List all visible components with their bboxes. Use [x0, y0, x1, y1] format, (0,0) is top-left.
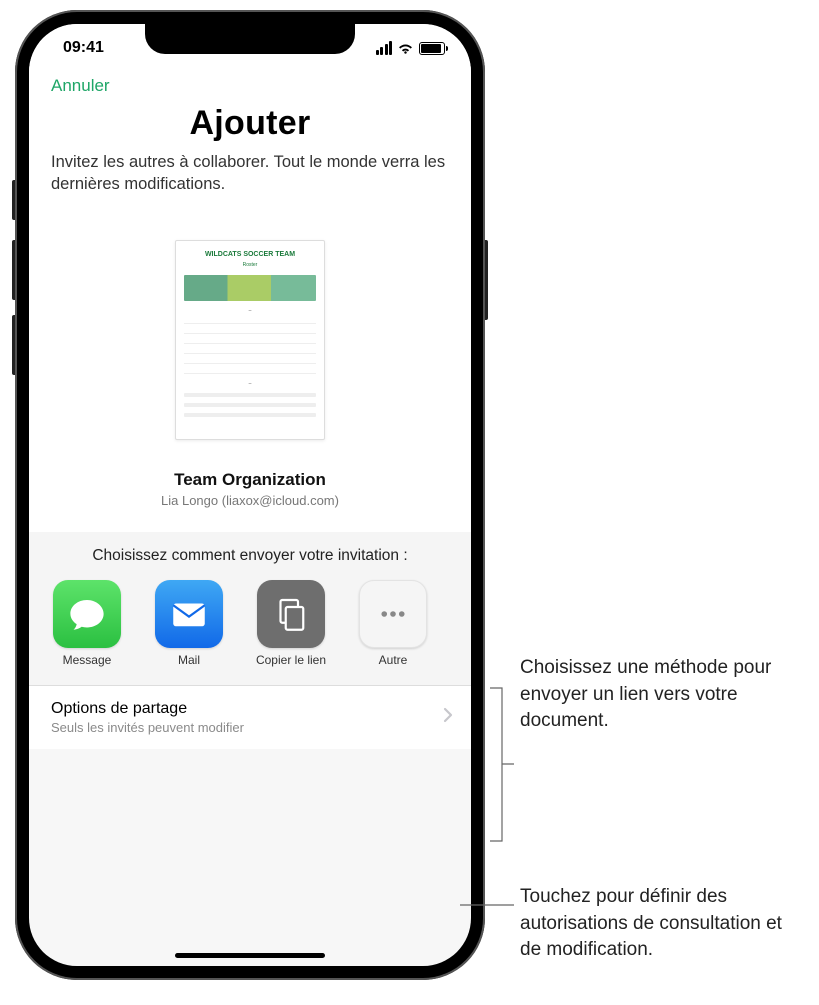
phone-frame: 09:41 Annuler Ajouter Invitez les autres…	[15, 10, 485, 980]
copy-link-icon	[257, 580, 325, 648]
share-mail-label: Mail	[178, 654, 200, 668]
cellular-signal-icon	[376, 41, 393, 55]
document-owner: Lia Longo (liaxox@icloud.com)	[29, 493, 471, 508]
share-app-row: Message Mail Copier le lien	[41, 580, 459, 668]
share-options-button[interactable]: Options de partage Seuls les invités peu…	[29, 685, 471, 749]
page-title: Ajouter	[51, 104, 449, 143]
share-copy-link-label: Copier le lien	[256, 654, 326, 668]
cancel-button[interactable]: Annuler	[51, 76, 110, 96]
callout-permissions: Touchez pour définir des autorisations d…	[520, 884, 800, 964]
invite-section: Choisissez comment envoyer votre invitat…	[29, 532, 471, 686]
document-preview-section: WILDCATS SOCCER TEAM Roster – – Team Org…	[29, 216, 471, 532]
document-name: Team Organization	[29, 470, 471, 490]
share-copy-link-button[interactable]: Copier le lien	[251, 580, 331, 668]
battery-icon	[419, 42, 445, 55]
share-message-label: Message	[63, 654, 112, 668]
header-section: Annuler Ajouter Invitez les autres à col…	[29, 72, 471, 216]
more-icon	[359, 580, 427, 648]
page-subtitle: Invitez les autres à collaborer. Tout le…	[51, 151, 449, 196]
status-time: 09:41	[63, 39, 104, 57]
chevron-right-icon	[443, 707, 453, 728]
home-indicator[interactable]	[175, 953, 325, 958]
share-options-subtitle: Seuls les invités peuvent modifier	[51, 720, 244, 735]
message-icon	[53, 580, 121, 648]
share-more-button[interactable]: Autre	[353, 580, 433, 668]
screen: 09:41 Annuler Ajouter Invitez les autres…	[29, 24, 471, 966]
share-mail-button[interactable]: Mail	[149, 580, 229, 668]
callout-send-method: Choisissez une méthode pour envoyer un l…	[520, 655, 800, 735]
share-more-label: Autre	[379, 654, 408, 668]
document-thumbnail: WILDCATS SOCCER TEAM Roster – –	[175, 240, 325, 440]
mail-icon	[155, 580, 223, 648]
notch	[145, 24, 355, 54]
share-options-title: Options de partage	[51, 700, 244, 718]
invite-prompt: Choisissez comment envoyer votre invitat…	[41, 546, 459, 566]
wifi-icon	[397, 42, 414, 55]
share-message-button[interactable]: Message	[47, 580, 127, 668]
thumb-title: WILDCATS SOCCER TEAM	[184, 251, 316, 258]
thumb-subtitle: Roster	[184, 262, 316, 268]
